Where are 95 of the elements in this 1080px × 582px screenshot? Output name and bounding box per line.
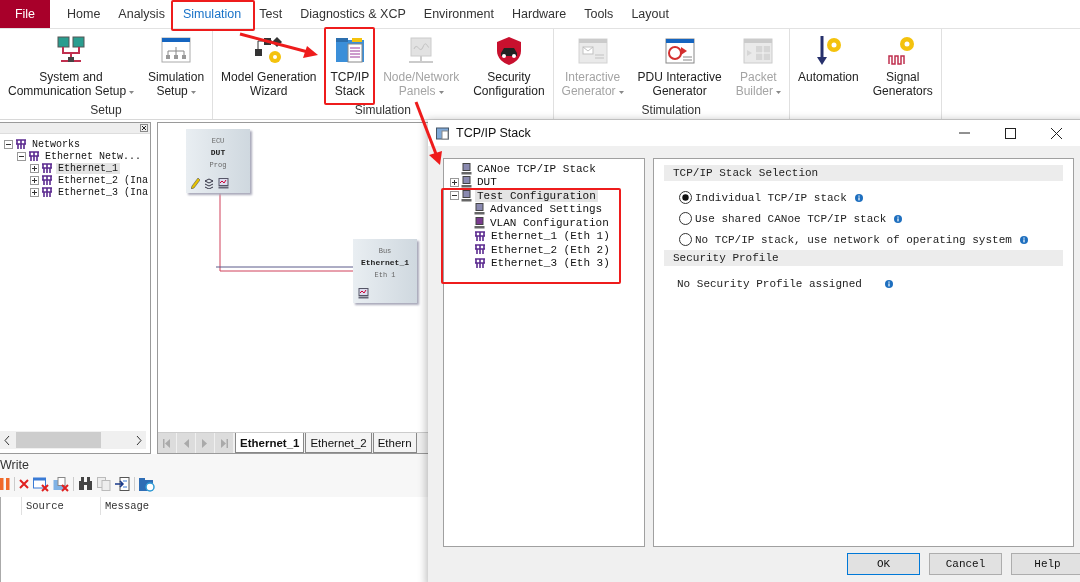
annotation-arrow (414, 101, 442, 165)
page-tab[interactable]: Ethernet_1 (235, 433, 305, 453)
option-label[interactable]: No TCP/IP stack, use network of operating system (695, 233, 1012, 246)
binoculars-icon[interactable] (78, 477, 93, 491)
clear-window-icon[interactable] (33, 476, 49, 492)
network-icon (474, 230, 486, 242)
column-header[interactable]: Source (21, 497, 100, 515)
computer-icon (461, 176, 472, 189)
maximize-icon (1004, 127, 1016, 139)
expand-icon[interactable] (30, 163, 39, 173)
ribbon-button[interactable]: Security Configuration (467, 31, 551, 103)
node-name: Ethernet_1 (361, 257, 409, 269)
stack-icon (204, 178, 214, 189)
group-label: Setup (90, 103, 122, 119)
last-page-icon (220, 438, 228, 448)
close-icon (1050, 127, 1062, 139)
ribbon-button[interactable]: PDU Interactive Generator (631, 31, 728, 103)
option-label[interactable]: Individual TCP/IP stack (695, 191, 847, 204)
pencil-icon (191, 178, 200, 189)
computer-icon (461, 162, 472, 175)
target-window-icon (663, 35, 696, 67)
profile-note: No Security Profile assigned (677, 278, 862, 290)
computer-icon (218, 178, 229, 189)
collapse-icon[interactable] (4, 139, 13, 149)
radio-button[interactable] (679, 191, 692, 204)
network-icon (41, 186, 53, 198)
group-label: Simulation (354, 103, 411, 119)
window-title: TCP/IP Stack (456, 126, 532, 140)
folder-refresh-icon[interactable] (139, 476, 155, 492)
network-icon (41, 174, 53, 186)
info-icon[interactable] (894, 214, 903, 223)
first-page-icon (163, 438, 171, 448)
dialog-button[interactable]: Help (1011, 553, 1080, 575)
page-tab[interactable]: Ethern (372, 433, 417, 453)
next-icon (201, 438, 209, 448)
tree-item[interactable]: DUT (475, 176, 499, 189)
option-label[interactable]: Use shared CANoe TCP/IP stack (695, 212, 887, 225)
tree-item[interactable]: VLAN Configuration (488, 216, 611, 229)
pause-icon[interactable] (0, 478, 10, 490)
tree-item[interactable]: Ethernet_1 (Eth 1) (489, 230, 612, 243)
info-icon[interactable] (854, 193, 863, 202)
collapse-icon[interactable] (17, 151, 26, 161)
column-header[interactable]: Message (100, 497, 409, 515)
expand-icon[interactable] (30, 175, 39, 185)
tree-item[interactable]: Ethernet_2 (Ina (56, 174, 150, 186)
window-icon (436, 126, 450, 140)
info-icon[interactable] (1019, 235, 1028, 244)
dialog-button[interactable]: OK (847, 553, 920, 575)
tree-item[interactable]: Ethernet_1 (56, 162, 120, 174)
section-header: Security Profile (664, 250, 1063, 266)
tree-item[interactable]: Ethernet_3 (Ina (56, 186, 150, 198)
expand-icon[interactable] (30, 187, 39, 197)
collapse-icon[interactable] (450, 191, 459, 201)
clear-all-icon[interactable] (53, 476, 69, 492)
ribbon-button[interactable]: System and Communication Setup (2, 31, 141, 103)
expand-icon[interactable] (450, 177, 459, 187)
ribbon-button[interactable]: TCP/IP Stack (324, 31, 376, 103)
tree-item[interactable]: Ethernet Netw... (43, 150, 143, 162)
close-icon[interactable] (140, 124, 148, 132)
dialog-button[interactable]: Cancel (929, 553, 1002, 575)
scroll-right-icon[interactable] (136, 435, 142, 445)
page-tab[interactable]: Ethernet_2 (305, 433, 372, 453)
computer-icon (474, 216, 485, 229)
radio-button[interactable] (679, 212, 692, 225)
delete-icon[interactable] (19, 479, 29, 489)
scroll-left-icon[interactable] (4, 435, 10, 445)
tree-item[interactable]: Ethernet_2 (Eth 2) (489, 243, 612, 256)
file-menu-button[interactable]: File (0, 0, 50, 28)
radio-button[interactable] (679, 233, 692, 246)
network-icon (15, 138, 27, 150)
computer-icon (358, 288, 369, 299)
tree-item[interactable]: Networks (30, 138, 82, 150)
minimize-icon (958, 132, 970, 134)
network-icon (28, 150, 40, 162)
node-name: DUT (210, 147, 226, 159)
computer-icon (474, 203, 485, 216)
ribbon-button[interactable]: Signal Generators (866, 31, 939, 119)
section-header: TCP/IP Stack Selection (664, 165, 1063, 181)
import-icon[interactable] (115, 476, 130, 492)
tree-item[interactable]: Ethernet_3 (Eth 3) (489, 257, 612, 270)
panel-title: Write (0, 458, 30, 474)
tree-item[interactable]: Advanced Settings (488, 203, 605, 216)
network-icon (474, 244, 486, 256)
previous-icon (182, 438, 190, 448)
network-icon (474, 257, 486, 269)
scrollbar[interactable] (0, 431, 146, 449)
tree-item[interactable]: CANoe TCP/IP Stack (475, 162, 598, 175)
computer-icon (461, 189, 472, 202)
envelope-window-icon (576, 35, 609, 67)
group-label: Stimulation (641, 103, 701, 119)
ribbon-button[interactable]: Simulation Setup (142, 31, 211, 103)
table-window-icon (742, 35, 775, 67)
ribbon-button[interactable]: Automation (792, 31, 865, 119)
network-icon (41, 162, 53, 174)
info-icon[interactable] (884, 280, 893, 288)
